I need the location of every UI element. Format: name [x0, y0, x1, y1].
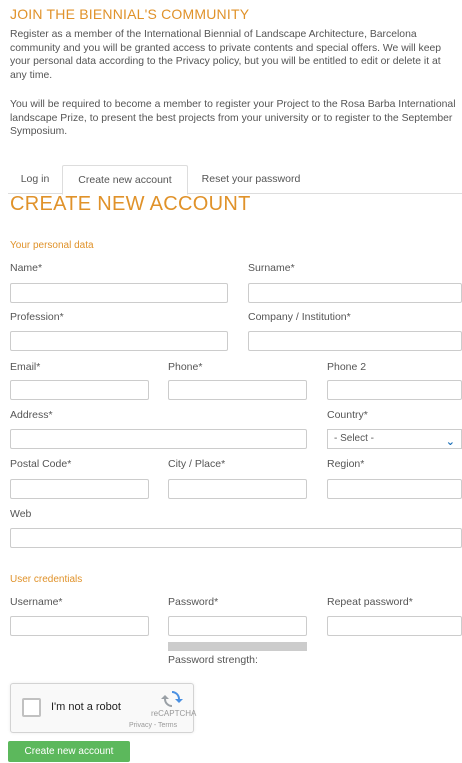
address-input[interactable] [10, 429, 307, 449]
profession-label: Profession* [10, 311, 64, 323]
password-strength-label: Password strength: [168, 654, 258, 666]
country-select[interactable]: - Select - ⌄ [327, 429, 462, 449]
tab-create-account[interactable]: Create new account [62, 165, 188, 195]
password-label: Password* [168, 596, 219, 608]
section-personal-data: Your personal data [10, 240, 94, 251]
country-label: Country* [327, 409, 368, 421]
company-input[interactable] [248, 331, 462, 351]
postal-code-label: Postal Code* [10, 458, 72, 470]
postal-code-input[interactable] [10, 479, 149, 499]
chevron-down-icon: ⌄ [445, 436, 455, 448]
recaptcha-label: I'm not a robot [51, 701, 121, 713]
create-account-button[interactable]: Create new account [8, 741, 130, 762]
recaptcha-checkbox[interactable] [22, 698, 41, 717]
surname-label: Surname* [248, 262, 295, 274]
recaptcha-brand: reCAPTCHA [151, 709, 197, 718]
tab-reset-password[interactable]: Reset your password [188, 165, 314, 192]
company-label: Company / Institution* [248, 311, 351, 323]
username-input[interactable] [10, 616, 149, 636]
phone2-input[interactable] [327, 380, 462, 400]
phone-input[interactable] [168, 380, 307, 400]
city-label: City / Place* [168, 458, 226, 470]
email-input[interactable] [10, 380, 149, 400]
recaptcha-logo-icon [161, 691, 183, 707]
address-label: Address* [10, 409, 53, 421]
phone-label: Phone* [168, 361, 203, 373]
name-input[interactable] [10, 283, 228, 303]
region-input[interactable] [327, 479, 462, 499]
repeat-password-input[interactable] [327, 616, 462, 636]
account-tabs: Log in Create new account Reset your pas… [8, 165, 462, 195]
name-label: Name* [10, 262, 43, 274]
intro-paragraph: Register as a member of the Internationa… [10, 29, 442, 81]
tab-login[interactable]: Log in [8, 165, 62, 192]
web-input[interactable] [10, 528, 462, 548]
email-label: Email* [10, 361, 41, 373]
password-strength-bar [168, 642, 307, 651]
username-label: Username* [10, 596, 63, 608]
city-input[interactable] [168, 479, 307, 499]
phone2-label: Phone 2 [327, 361, 367, 373]
recaptcha-terms-link[interactable]: Privacy - Terms [129, 722, 177, 729]
region-label: Region* [327, 458, 365, 470]
profession-input[interactable] [10, 331, 228, 351]
intro-paragraph-2: You will be required to become a member … [10, 99, 456, 137]
page-title: CREATE NEW ACCOUNT [10, 193, 251, 215]
repeat-password-label: Repeat password* [327, 596, 413, 608]
section-user-credentials: User credentials [10, 574, 83, 585]
intro-title: JOIN THE BIENNIAL'S COMMUNITY [10, 6, 250, 22]
recaptcha-widget: I'm not a robot reCAPTCHA Privacy - Term… [10, 683, 197, 733]
password-input[interactable] [168, 616, 307, 636]
country-select-value: - Select - [334, 433, 375, 444]
surname-input[interactable] [248, 283, 462, 303]
web-label: Web [10, 508, 32, 520]
